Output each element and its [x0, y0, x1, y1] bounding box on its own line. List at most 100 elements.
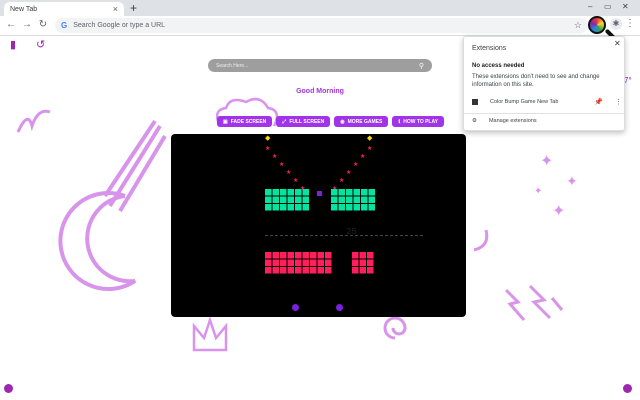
tab-new-tab[interactable]: New Tab ×	[4, 2, 124, 16]
trail-star: ★	[272, 153, 277, 160]
game-scene: ◆◆★★★★★★★★★★★★ 25	[265, 135, 423, 274]
divider-dash	[335, 235, 338, 236]
popup-title: Extensions	[472, 45, 507, 52]
crown-doodle	[192, 316, 228, 352]
red-block	[272, 259, 279, 266]
color-bump-extension-icon[interactable]	[588, 16, 606, 34]
menu-kebab-icon[interactable]: ⋮	[625, 18, 635, 30]
launcher-left: ◆	[265, 135, 271, 142]
bookmark-star-icon[interactable]: ☆	[574, 20, 582, 31]
extensions-puzzle-icon[interactable]: ✱	[610, 18, 622, 30]
ball-marker-right	[336, 304, 343, 311]
bookmark-icon[interactable]: ▮	[10, 38, 16, 51]
divider-dash	[365, 235, 368, 236]
red-block	[280, 267, 287, 274]
gear-icon: ⚙	[472, 118, 477, 124]
green-block	[287, 196, 294, 203]
divider-dash	[405, 235, 408, 236]
close-window-button[interactable]: ✕	[622, 1, 629, 13]
manage-extensions-link[interactable]: ⚙ Manage extensions	[472, 118, 537, 124]
scribble-doodle	[103, 119, 167, 213]
green-block	[302, 204, 309, 211]
divider-dash	[410, 235, 413, 236]
trail-star: ★	[279, 161, 284, 168]
trail-star: ★	[353, 161, 358, 168]
green-block	[295, 196, 302, 203]
curl-doodle	[473, 229, 489, 252]
omnibox-placeholder: Search Google or type a URL	[73, 22, 166, 29]
divider-dash	[280, 235, 283, 236]
info-icon: ℹ	[398, 118, 401, 125]
green-block	[361, 196, 368, 203]
green-block	[361, 189, 368, 196]
red-block	[317, 267, 324, 274]
divider-dash	[330, 235, 333, 236]
red-block	[302, 267, 309, 274]
search-input[interactable]: Search Here...	[216, 63, 248, 69]
green-block	[331, 196, 338, 203]
extensions-popup: Extensions ✕ No access needed These exte…	[463, 36, 625, 131]
clock-fragment: 7°	[624, 76, 632, 85]
popup-subtitle: No access needed	[472, 63, 525, 69]
extension-favicon-icon	[472, 99, 478, 105]
divider-dash	[390, 235, 393, 236]
red-block	[287, 267, 294, 274]
green-block	[272, 204, 279, 211]
pin-icon[interactable]: 📌	[594, 98, 603, 106]
green-block	[338, 204, 345, 211]
red-block	[310, 259, 317, 266]
extension-item[interactable]: Color Bump Game New Tab 📌 ⋮	[472, 97, 622, 107]
omnibox[interactable]: G Search Google or type a URL ☆	[55, 18, 588, 33]
green-block	[353, 204, 360, 211]
tab-strip: New Tab × + – ▭ ✕	[0, 0, 640, 16]
red-block	[359, 267, 366, 274]
divider-dash	[285, 235, 288, 236]
green-block	[280, 204, 287, 211]
maximize-button[interactable]: ▭	[604, 1, 612, 13]
divider-dash	[290, 235, 293, 236]
red-block	[359, 252, 366, 259]
trail-star: ★	[265, 145, 270, 152]
green-block	[280, 189, 287, 196]
history-icon[interactable]: ↺	[36, 38, 45, 51]
back-button[interactable]: ←	[4, 18, 18, 32]
popup-close-icon[interactable]: ✕	[614, 39, 621, 48]
game-canvas[interactable]: ◆◆★★★★★★★★★★★★ 25	[171, 134, 466, 317]
divider-dash	[310, 235, 313, 236]
info-corner-icon[interactable]	[623, 384, 632, 393]
fade-screen-button[interactable]: ▣ FADE SCREEN	[217, 116, 273, 127]
new-tab-button[interactable]: +	[130, 1, 137, 15]
red-block	[295, 259, 302, 266]
ball-marker-left	[292, 304, 299, 311]
more-games-button[interactable]: ◉ MORE GAMES	[334, 116, 389, 127]
green-block	[346, 204, 353, 211]
red-block	[265, 267, 272, 274]
divider-dash	[370, 235, 373, 236]
extension-more-icon[interactable]: ⋮	[615, 98, 622, 106]
search-icon[interactable]: ⚲	[419, 62, 424, 70]
reload-button[interactable]: ↻	[36, 18, 50, 32]
how-to-play-button[interactable]: ℹ HOW TO PLAY	[392, 116, 444, 127]
red-block	[317, 259, 324, 266]
search-bar[interactable]: Search Here... ⚲	[208, 59, 432, 72]
green-block	[295, 204, 302, 211]
divider-dash	[275, 235, 278, 236]
divider-dash	[400, 235, 403, 236]
red-block	[317, 252, 324, 259]
divider-dash	[320, 235, 323, 236]
settings-icon[interactable]	[4, 384, 13, 393]
divider-dash	[395, 235, 398, 236]
red-block	[265, 252, 272, 259]
red-block	[280, 252, 287, 259]
forward-button[interactable]: →	[20, 18, 34, 32]
minimize-button[interactable]: –	[588, 1, 592, 13]
full-screen-button[interactable]: ⤢ FULL SCREEN	[276, 116, 331, 127]
red-block	[367, 267, 374, 274]
tab-close-icon[interactable]: ×	[113, 4, 118, 14]
google-icon: G	[61, 21, 68, 30]
swoosh-doodle	[16, 109, 51, 133]
green-block	[338, 189, 345, 196]
red-block	[325, 252, 332, 259]
red-block	[359, 259, 366, 266]
game-score: 25	[346, 227, 357, 237]
